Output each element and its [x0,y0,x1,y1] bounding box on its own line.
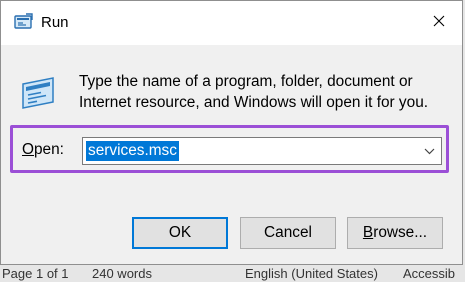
combobox-dropdown-button[interactable] [417,138,441,164]
cancel-button[interactable]: Cancel [240,217,336,249]
ok-button[interactable]: OK [132,217,228,249]
status-language: English (United States) [245,266,378,281]
browse-button[interactable]: Browse... [347,217,443,249]
dialog-description: Type the name of a program, folder, docu… [79,73,429,111]
ok-button-label: OK [168,224,192,241]
open-label: Open: [22,141,64,159]
open-input[interactable]: services.msc [86,141,179,161]
browse-button-label: rowse... [373,224,428,241]
background-status-bar: Page 1 of 1 240 words English (United St… [0,266,465,282]
status-word-count: 240 words [92,266,152,281]
status-page-count: Page 1 of 1 [2,266,69,281]
open-combobox[interactable]: services.msc [82,137,442,165]
title-bar: Run [1,1,462,45]
chevron-down-icon [424,142,435,160]
window-title: Run [41,14,69,31]
open-label-accesskey: O [22,141,34,158]
close-button[interactable] [416,1,462,45]
browse-accesskey: B [362,224,374,241]
open-label-rest: pen: [33,141,64,158]
close-icon [433,14,445,32]
run-program-icon [19,76,57,115]
status-accessibility: Accessib [403,266,456,281]
button-bar: OK Cancel Browse... [1,193,462,264]
run-app-icon [14,12,34,37]
cancel-button-label: Cancel [264,224,312,241]
run-dialog: Run Type the name of a program, folder, … [0,0,463,265]
